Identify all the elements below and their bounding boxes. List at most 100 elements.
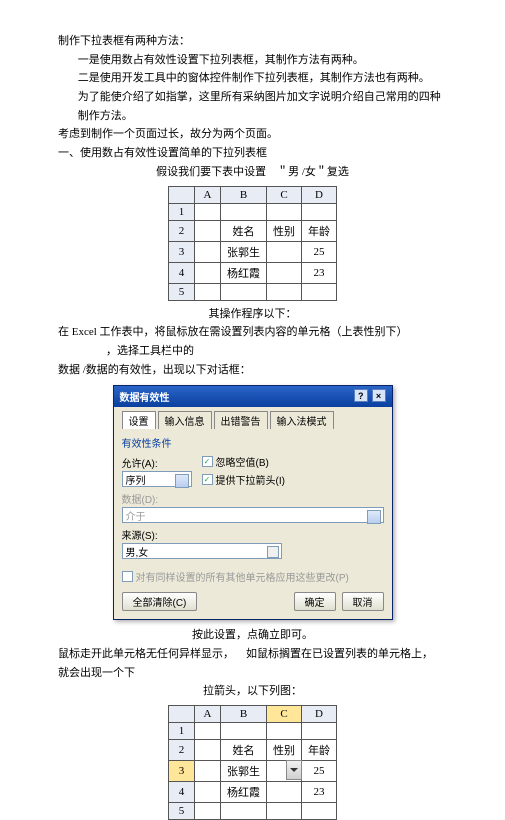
dialog-title: 数据有效性 [120,389,170,404]
cell [195,262,221,283]
cell: 25 [302,241,337,262]
cell [302,803,337,820]
cell [267,283,302,300]
cell [302,283,337,300]
cell [195,740,221,761]
col-header: A [195,706,221,723]
cell: 23 [302,262,337,283]
cell [195,283,221,300]
row-header-active: 3 [169,761,195,782]
heading-1: 一、使用数占有效性设置简单的下拉列表框 [58,144,447,163]
cell: 25 [302,761,337,782]
data-select: 介于 [122,507,384,523]
row-header: 4 [169,782,195,803]
text: 就会出现一个下 [58,667,135,679]
paragraph-mid5: 鼠标走开此单元格无任何异样显示， 如鼠标搁置在已设置列表的单元格上， 就会出现一个下 [58,645,447,682]
col-header-active: C [267,706,302,723]
col-header: A [195,186,221,203]
ignore-blank-checkbox[interactable]: ✓忽略空值(B) [202,454,285,469]
tab-ime[interactable]: 输入法模式 [270,411,334,429]
cell: 张郭生 [221,241,267,262]
excel-table-1: A B C D 1 2姓名性别年龄 3张郭生25 4杨红霞23 5 [168,186,337,301]
cell [195,241,221,262]
text: 如鼠标搁置在已设置列表的单元格上， [246,648,433,660]
cell [267,803,302,820]
cell [221,803,267,820]
cell [195,203,221,220]
paragraph-intro-5: 考虑到制作一个页面过长，故分为两个页面。 [58,125,447,144]
text: 在 Excel 工作表中，将鼠标放在需设置列表内容的单元格（上表性别下） [58,326,408,338]
cell [267,782,302,803]
cell: 杨红霞 [221,782,267,803]
subheading-1: 假设我们要下表中设置 ＂男 /女＂复选 [58,163,447,182]
data-label: 数据(D): [122,491,384,506]
text: ，选择工具栏中的 [106,345,194,357]
col-header: B [221,706,267,723]
row-header: 3 [169,241,195,262]
paragraph-mid2: 在 Excel 工作表中，将鼠标放在需设置列表内容的单元格（上表性别下） ，选择工… [58,323,447,360]
data-validation-dialog: 数据有效性 ? × 设置 输入信息 出错警告 输入法模式 有效性条件 允许(A)… [113,385,393,620]
close-icon[interactable]: × [372,389,386,402]
tab-input-message[interactable]: 输入信息 [158,411,212,429]
paragraph-intro-1: 制作下拉表框有两种方法： [58,32,447,51]
cell: 年龄 [302,220,337,241]
cell [195,220,221,241]
text: 鼠标走开此单元格无任何异样显示， [58,648,234,660]
cell [267,723,302,740]
dialog-titlebar[interactable]: 数据有效性 ? × [114,386,392,407]
checkbox-icon: ✓ [202,474,213,485]
row-header: 5 [169,803,195,820]
col-header: D [302,186,337,203]
active-dropdown-cell[interactable] [267,761,302,782]
cell: 杨红霞 [221,262,267,283]
row-header: 1 [169,203,195,220]
checkbox-icon: ✓ [202,456,213,467]
paragraph-intro-2: 一是使用数占有效性设置下拉列表框，其制作方法有两种。 [58,51,447,70]
excel-table-2: A B C D 1 2 姓名性别年龄 3 张郭生 25 4 杨红霞 23 5 [168,705,337,820]
cell [195,761,221,782]
cell [195,803,221,820]
row-header: 2 [169,740,195,761]
tab-error-alert[interactable]: 出错警告 [214,411,268,429]
row-header: 1 [169,723,195,740]
cell [195,782,221,803]
help-icon[interactable]: ? [354,389,368,402]
cell [221,203,267,220]
row-header: 5 [169,283,195,300]
cell: 年龄 [302,740,337,761]
cell [195,723,221,740]
checkbox-icon[interactable] [122,571,133,582]
cancel-button[interactable]: 取消 [342,592,384,611]
cell-corner [169,706,195,723]
paragraph-mid3: 数据 /数据的有效性，出现以下对话框： [58,361,447,380]
source-value: 男,女 [126,544,149,559]
tab-settings[interactable]: 设置 [122,411,156,429]
allow-label: 允许(A): [122,455,192,470]
caption-after-dialog: 按此设置，点确立即可。 [58,626,447,645]
allow-value: 序列 [126,472,146,487]
row-header: 2 [169,220,195,241]
cell: 性别 [267,220,302,241]
col-header: B [221,186,267,203]
range-picker-icon[interactable] [267,546,279,558]
label: 提供下拉箭头(I) [216,472,285,487]
cell: 张郭生 [221,761,267,782]
cell [267,203,302,220]
group-label: 有效性条件 [122,435,384,450]
paragraph-mid6: 拉箭头，以下列图： [58,682,447,701]
clear-all-button[interactable]: 全部清除(C) [122,592,198,611]
paragraph-intro-3: 二是使用开发工具中的窗体控件制作下拉列表框，其制作方法也有两种。 [58,69,447,88]
allow-select[interactable]: 序列 [122,471,192,487]
cell: 姓名 [221,740,267,761]
cell: 性别 [267,740,302,761]
col-header: D [302,706,337,723]
cell [267,241,302,262]
cell: 23 [302,782,337,803]
ok-button[interactable]: 确定 [294,592,336,611]
cell-corner [169,186,195,203]
apply-all-label: 对有同样设置的所有其他单元格应用这些更改(P) [136,569,349,584]
cell [221,723,267,740]
source-input[interactable]: 男,女 [122,543,282,559]
in-cell-dropdown-checkbox[interactable]: ✓提供下拉箭头(I) [202,472,285,487]
caption-1: 其操作程序以下： [58,305,447,324]
